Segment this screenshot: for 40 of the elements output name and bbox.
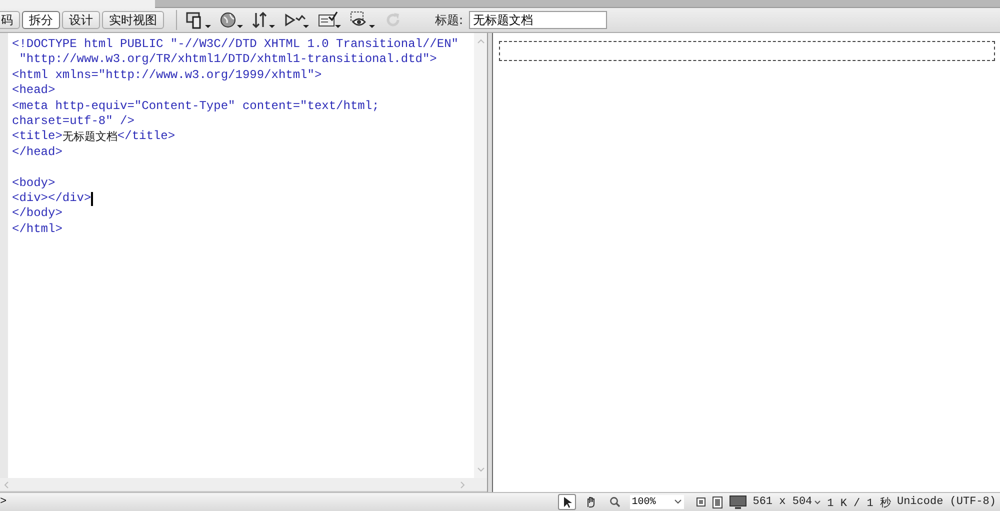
form-check-icon[interactable] [317, 10, 343, 30]
tag-selector[interactable]: > [0, 496, 7, 508]
code-text: 无标题文档 [62, 129, 118, 145]
monitor-icon[interactable] [728, 494, 747, 510]
title-field[interactable]: 无标题文档 [469, 11, 608, 29]
download-size-text: 1 K / 1 秒 [827, 496, 891, 510]
view-tab[interactable]: 设计 [62, 11, 100, 29]
pointer-tool[interactable] [558, 494, 576, 510]
code-text: <meta http-equiv="Content-Type" content="text/html; [12, 98, 380, 114]
zoom-dropdown[interactable]: 100% [630, 495, 684, 509]
zoom-value: 100% [632, 496, 656, 508]
code-text: <head> [12, 83, 56, 99]
magnifier-icon [608, 496, 621, 508]
view-tab[interactable]: 码 [0, 11, 20, 29]
tablet-icon[interactable] [712, 496, 723, 508]
hand-icon [584, 496, 597, 508]
pointer-icon [562, 496, 572, 508]
title-label: 标题: [435, 12, 464, 28]
code-text: </html> [12, 222, 62, 238]
globe-icon[interactable] [219, 10, 245, 30]
code-text: <!DOCTYPE html PUBLIC "-//W3C//DTD XHTML 1.0 Transitional//EN" [12, 37, 458, 52]
view-tab[interactable]: 拆分 [22, 11, 60, 29]
code-text: <body> [12, 176, 56, 191]
view-tab[interactable]: 实时视图 [102, 11, 164, 29]
code-text: charset=utf-8" /> [12, 114, 134, 130]
caret-icon [674, 499, 682, 505]
up-down-arrows-icon[interactable] [251, 10, 277, 30]
code-text: "http://www.w3.org/TR/xhtml1/DTD/xhtml1-transitional.dtd"> [18, 52, 437, 68]
code-text: </head> [12, 144, 62, 160]
eye-icon[interactable] [349, 10, 377, 30]
caret-icon [814, 500, 822, 504]
window-size-menu[interactable]: 561 x 504 [752, 496, 822, 508]
code-text: </title> [117, 129, 176, 145]
code-text: <div></div> [12, 190, 92, 206]
encoding-text: Unicode (UTF-8) [896, 496, 996, 508]
code-text: </body> [12, 206, 62, 222]
small-window-icon[interactable] [696, 497, 706, 507]
devices-icon[interactable] [185, 10, 213, 30]
code-text: <title> [12, 129, 62, 145]
code-text: <html xmlns="http://www.w3.org/1999/xhtml"> [12, 68, 322, 84]
